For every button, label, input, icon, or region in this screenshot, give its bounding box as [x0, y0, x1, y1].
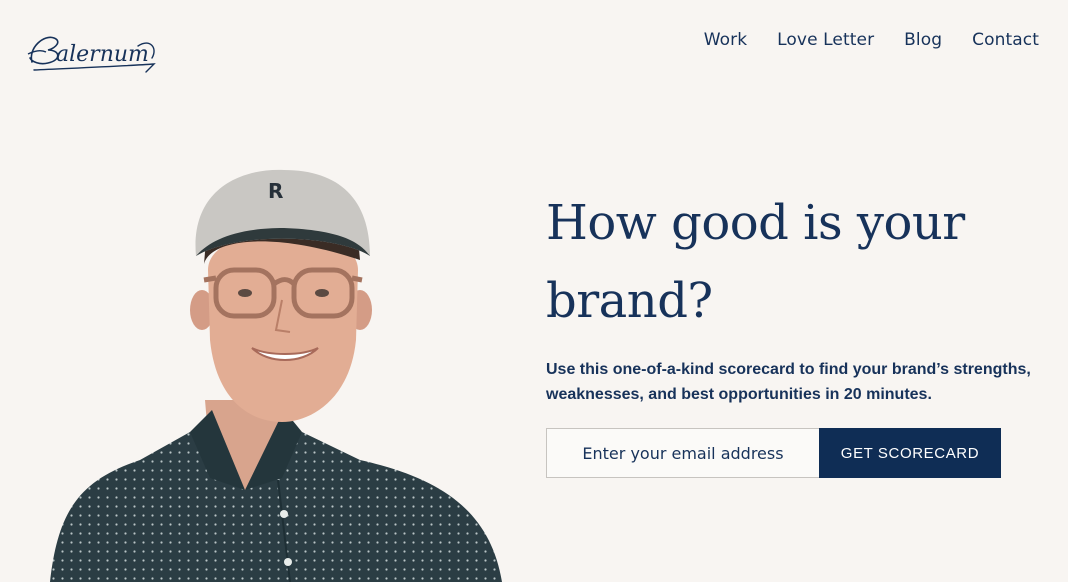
- nav-link-blog[interactable]: Blog: [904, 30, 942, 50]
- hero-headline: How good is your brand?: [546, 184, 1016, 340]
- scorecard-signup-form: GET SCORECARD: [546, 428, 1001, 478]
- email-input[interactable]: [546, 428, 819, 478]
- nav-link-love-letter[interactable]: Love Letter: [777, 30, 874, 50]
- headline-line-1: How good is your: [546, 195, 965, 251]
- logo-text: alernum: [56, 42, 149, 67]
- headline-line-2: brand?: [546, 273, 713, 329]
- subcopy-line-2: weaknesses, and best opportunities in 20…: [546, 386, 932, 403]
- main-nav: Work Love Letter Blog Contact: [704, 30, 1039, 50]
- face: [208, 232, 358, 422]
- nav-link-contact[interactable]: Contact: [972, 30, 1039, 50]
- get-scorecard-button[interactable]: GET SCORECARD: [819, 428, 1001, 478]
- cap-letter: R: [268, 179, 283, 203]
- landing-page: alernum Work Love Letter Blog Contact R …: [0, 0, 1068, 582]
- portrait-photo: R: [50, 169, 502, 582]
- nav-link-work[interactable]: Work: [704, 30, 747, 50]
- subcopy-line-1: Use this one-of-a-kind scorecard to find…: [546, 361, 1031, 378]
- logo-script-mark: alernum: [27, 36, 156, 73]
- hero-subcopy: Use this one-of-a-kind scorecard to find…: [546, 357, 1046, 407]
- balernum-logo[interactable]: alernum: [26, 28, 160, 76]
